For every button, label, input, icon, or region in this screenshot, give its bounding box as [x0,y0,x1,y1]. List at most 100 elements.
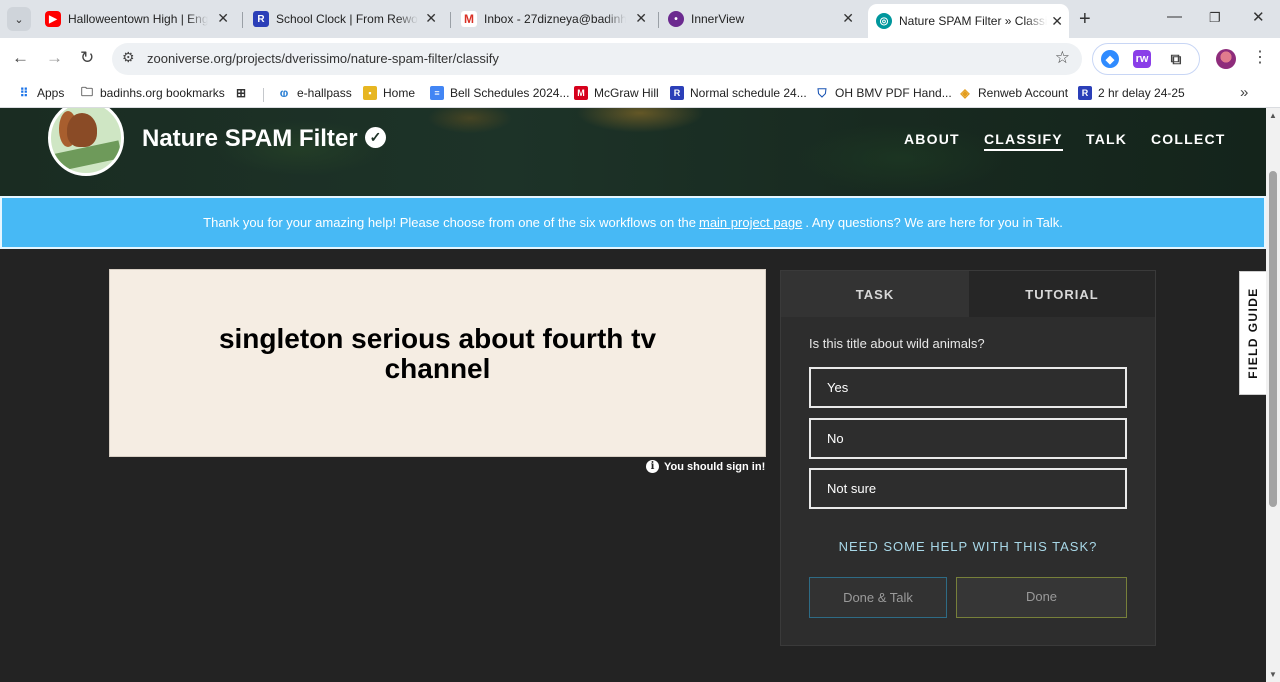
done-and-talk-button[interactable]: Done & Talk [809,577,947,618]
tab-title: Nature SPAM Filter » Classify [899,14,1047,28]
tab-innerview[interactable]: • InnerView ✕ [668,6,860,32]
answer-no-button[interactable]: No [809,418,1127,459]
bookmark-ehallpass[interactable]: ⱷ e-hallpass [277,86,352,100]
nav-collect[interactable]: COLLECT [1151,131,1226,147]
reword-icon: R [1078,86,1092,100]
nav-talk[interactable]: TALK [1086,131,1127,147]
bookmark-mcgraw-hill[interactable]: M McGraw Hill [574,86,659,100]
innerview-icon: • [668,11,684,27]
tab-divider [450,12,451,28]
bookmark-label: Apps [37,86,65,100]
gmail-icon: M [461,11,477,27]
bookmark-bell-schedules[interactable]: ≡ Bell Schedules 2024... [430,86,569,100]
zooniverse-icon: ◎ [876,13,892,29]
site-settings-icon[interactable]: ⚙ [122,49,135,66]
bookmark-label: OH BMV PDF Hand... [835,86,952,100]
close-tab-icon[interactable]: ✕ [1051,13,1063,30]
back-icon[interactable]: ← [12,48,29,68]
bookmark-star-icon[interactable]: ☆ [1055,48,1070,68]
project-header: Nature SPAM Filter ✓ ABOUT CLASSIFY TALK… [0,108,1266,196]
bookmark-home[interactable]: ▪ Home [363,86,415,100]
bookmark-label: Normal schedule 24... [690,86,807,100]
reload-icon[interactable]: ↻ [80,48,94,68]
reword-icon: R [670,86,684,100]
extension-rw-icon[interactable]: rw [1133,50,1151,68]
address-bar[interactable]: ⚙ zooniverse.org/projects/dverissimo/nat… [112,43,1082,75]
tab-school-clock[interactable]: R School Clock | From Reword ✕ [253,6,443,32]
announcement-banner: Thank you for your amazing help! Please … [0,196,1266,249]
tab-strip: ⌄ ▶ Halloweentown High | Englis ✕ R Scho… [0,0,1280,38]
project-title[interactable]: Nature SPAM Filter [142,125,358,153]
task-panel: TASK TUTORIAL Is this title about wild a… [780,270,1156,646]
answer-yes-button[interactable]: Yes [809,367,1127,408]
url-text[interactable]: zooniverse.org/projects/dverissimo/natur… [147,51,499,66]
new-tab-icon[interactable]: + [1079,8,1091,31]
youtube-icon: ▶ [45,11,61,27]
bookmark-normal-schedule[interactable]: R Normal schedule 24... [670,86,807,100]
tab-task[interactable]: TASK [781,271,969,317]
sign-in-notice[interactable]: i You should sign in! [646,460,765,473]
nav-about[interactable]: ABOUT [904,131,960,147]
browser-menu-icon[interactable]: ⋮ [1252,47,1268,67]
close-tab-icon[interactable]: ✕ [842,10,854,27]
extension-diamond-icon[interactable]: ◆ [1101,50,1119,68]
answer-not-sure-button[interactable]: Not sure [809,468,1127,509]
browser-toolbar: ← → ↻ ⚙ zooniverse.org/projects/dverissi… [0,38,1280,80]
banner-text: Thank you for your amazing help! Please … [203,215,696,230]
page-scrollbar[interactable]: ▲ ▼ [1266,108,1280,682]
tab-divider [242,12,243,28]
squirrel-icon [67,113,97,147]
tab-nature-spam-filter[interactable]: ◎ Nature SPAM Filter » Classify ✕ [868,4,1069,38]
tab-tutorial[interactable]: TUTORIAL [969,271,1155,317]
restore-icon[interactable]: ❐ [1209,10,1221,26]
scrollbar-thumb[interactable] [1269,171,1277,507]
bookmark-grid[interactable]: ⊞ [234,86,254,100]
project-logo[interactable] [48,108,124,176]
bookmark-label: Home [383,86,416,100]
main-project-page-link[interactable]: main project page [699,215,802,230]
grid-icon: ⊞ [235,86,247,100]
bookmark-label: e-hallpass [297,86,352,100]
field-guide-tab[interactable]: FIELD GUIDE [1239,271,1266,395]
bookmark-renweb[interactable]: ◈ Renweb Account [958,86,1068,100]
docs-icon: ≡ [430,86,444,100]
bookmark-label: 2 hr delay 24-25 [1098,86,1185,100]
more-bookmarks-icon[interactable]: » [1240,84,1248,101]
bookmark-2hr-delay[interactable]: R 2 hr delay 24-25 [1078,86,1185,100]
shield-icon: ⛉ [817,85,827,100]
bookmark-label: McGraw Hill [594,86,659,100]
close-tab-icon[interactable]: ✕ [217,10,229,27]
reword-icon: R [253,11,269,27]
extensions-puzzle-icon[interactable]: ⧉ [1167,50,1185,68]
task-help-link[interactable]: NEED SOME HELP WITH THIS TASK? [781,539,1155,554]
profile-avatar[interactable] [1216,49,1236,69]
minimize-icon[interactable]: — [1167,8,1182,25]
hallpass-icon: ⱷ [279,86,289,100]
close-tab-icon[interactable]: ✕ [425,10,437,27]
renweb-icon: ◈ [960,86,970,100]
nav-classify[interactable]: CLASSIFY [984,131,1063,151]
sign-in-text: You should sign in! [664,460,766,473]
bookmark-folder-badinhs[interactable]: 🗀 badinhs.org bookmarks [80,85,225,101]
scroll-down-arrow-icon[interactable]: ▼ [1269,670,1277,679]
tab-inbox[interactable]: M Inbox - 27dizneya@badinhs. ✕ [461,6,653,32]
page-content: Nature SPAM Filter ✓ ABOUT CLASSIFY TALK… [0,108,1266,682]
tab-title: InnerView [691,12,745,26]
forward-icon[interactable]: → [46,48,63,68]
close-window-icon[interactable]: ✕ [1252,8,1265,26]
tab-search-chevron-icon[interactable]: ⌄ [7,7,31,31]
banner-text-end: . Any questions? We are here for you in … [805,215,1063,230]
extensions-group: ◆ rw ⧉ [1092,43,1200,75]
done-button[interactable]: Done [956,577,1127,618]
bookmark-oh-bmv[interactable]: ⛉ OH BMV PDF Hand... [815,85,952,101]
field-guide-label: FIELD GUIDE [1246,287,1260,379]
tab-title: Halloweentown High | Englis [68,12,208,26]
verified-check-icon: ✓ [365,127,386,148]
scroll-up-arrow-icon[interactable]: ▲ [1269,111,1277,120]
tab-halloweentown[interactable]: ▶ Halloweentown High | Englis ✕ [45,6,235,32]
apps-grid-icon: ⠿ [19,86,29,100]
bookmark-apps[interactable]: ⠿ Apps [17,86,65,100]
tab-divider [658,12,659,28]
close-tab-icon[interactable]: ✕ [635,10,647,27]
bookmark-label: Bell Schedules 2024... [450,86,570,100]
